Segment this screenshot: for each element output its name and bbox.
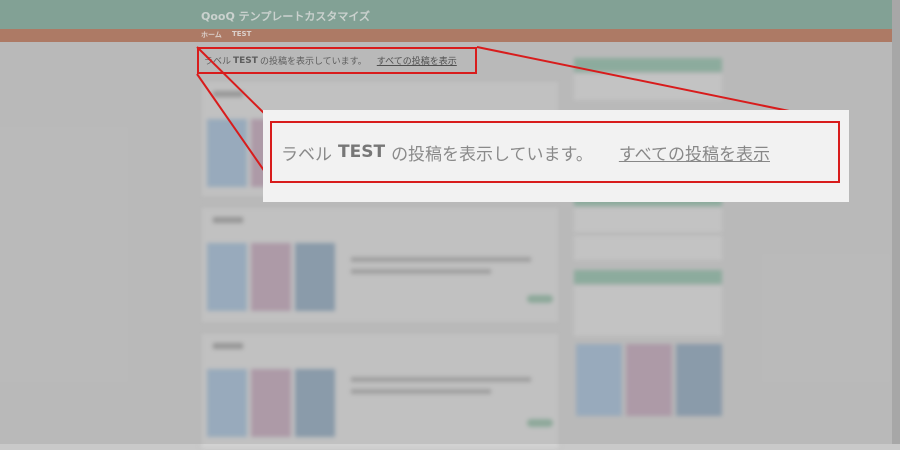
label-name: TEST [233,55,258,66]
show-all-posts-link[interactable]: すべての投稿を表示 [377,54,457,67]
zoomed-show-all-posts-link[interactable]: すべての投稿を表示 [619,140,770,165]
zoomed-label-prefix: ラベル [281,144,332,165]
label-suffix: の投稿を表示しています。 [259,57,367,67]
zoomed-label-name: TEST [338,142,386,162]
label-message-highlight: ラベル TEST の投稿を表示しています。 すべての投稿を表示 [197,47,477,74]
zoomed-label-suffix: の投稿を表示しています。 [391,144,593,165]
zoomed-label-message: ラベル TEST の投稿を表示しています。 すべての投稿を表示 [270,121,840,183]
label-prefix: ラベル [204,57,232,67]
page-scrollbar[interactable] [892,0,900,444]
